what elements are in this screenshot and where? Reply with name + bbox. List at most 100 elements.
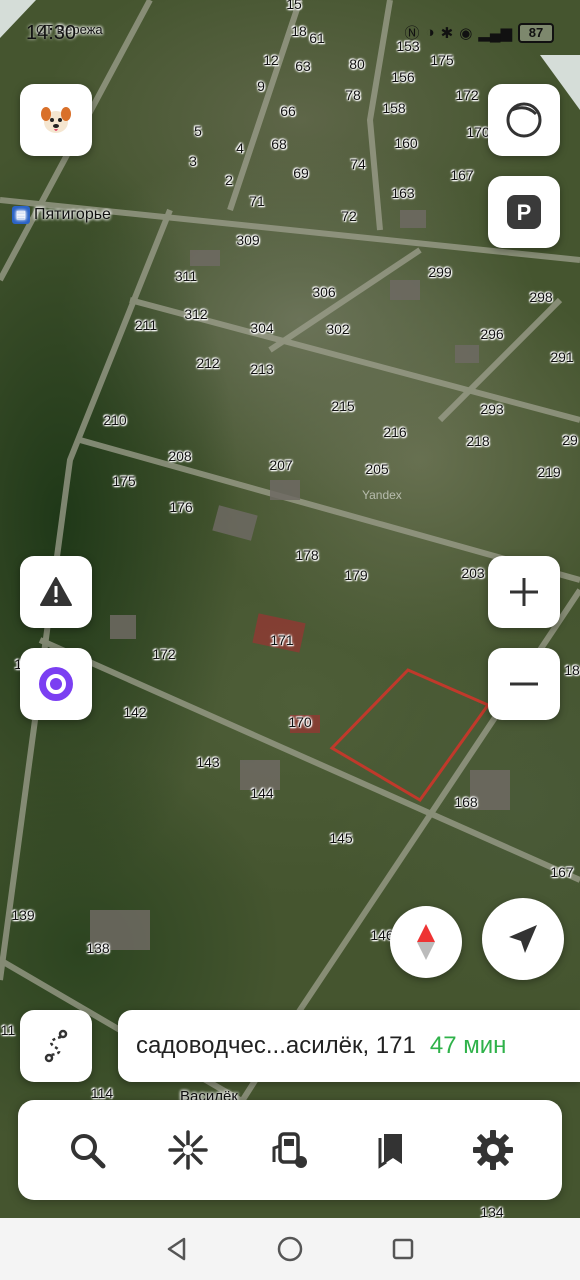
zoom-in-button[interactable] — [488, 556, 560, 628]
plot-number-label: 74 — [350, 156, 366, 172]
zoom-out-button[interactable] — [488, 648, 560, 720]
plot-number-label: 298 — [529, 289, 553, 305]
plot-number-label: 142 — [123, 704, 147, 720]
status-bar: 14:30 Ⓝ ◑ ✱ ◉ ▂▄▆ 87 — [0, 18, 580, 52]
plot-number-label: 213 — [250, 361, 274, 377]
plot-number-label: 167 — [550, 864, 574, 880]
sparkle-icon — [168, 1130, 209, 1170]
plot-number-label: 163 — [391, 185, 415, 201]
plot-number-label: 215 — [331, 398, 355, 414]
alice-assistant-button[interactable] — [20, 648, 92, 720]
recents-icon — [393, 1238, 414, 1260]
plot-number-label: 306 — [312, 284, 336, 300]
bottom-toolbar — [18, 1100, 562, 1200]
plot-number-label: 207 — [269, 457, 293, 473]
report-incident-button[interactable] — [20, 556, 92, 628]
plot-number-label: 11 — [0, 1022, 16, 1038]
plot-number-label: 205 — [365, 461, 389, 477]
layers-icon — [506, 102, 542, 138]
poi-station-label: Пятигорье — [34, 206, 111, 224]
plot-number-label: 114 — [90, 1085, 114, 1101]
screen: СТ Вережа ▤ Пятигорье Василёк Yandex 15 18… — [0, 0, 580, 1280]
profile-avatar-button[interactable] — [20, 84, 92, 156]
train-station-icon: ▤ — [12, 206, 30, 224]
parking-button[interactable]: P — [488, 176, 560, 248]
plot-number-label: 18 — [564, 662, 580, 678]
compass-icon — [417, 924, 435, 960]
dog-avatar-icon — [41, 107, 71, 133]
search-button[interactable] — [51, 1114, 123, 1186]
plot-number-label: 176 — [169, 499, 193, 515]
plot-number-label: 80 — [349, 56, 365, 72]
fuel-button[interactable] — [254, 1114, 326, 1186]
warning-icon — [40, 577, 72, 606]
route-options-button[interactable] — [20, 1010, 92, 1082]
plot-number-label: 170 — [466, 124, 490, 140]
layers-button[interactable] — [488, 84, 560, 156]
plot-number-label: 138 — [86, 940, 110, 956]
route-destination: садоводчес...асилёк, 171 — [136, 1032, 416, 1059]
back-button[interactable] — [157, 1229, 197, 1269]
plot-number-label: 156 — [391, 69, 415, 85]
system-nav-bar — [0, 1218, 580, 1280]
plot-number-label: 203 — [461, 565, 485, 581]
yandex-watermark: Yandex — [362, 488, 402, 502]
plot-number-label: 158 — [382, 100, 406, 116]
plot-number-label: 160 — [394, 135, 418, 151]
minus-icon — [510, 682, 538, 686]
location-icon: ◉ — [459, 24, 473, 42]
plot-number-label: 172 — [152, 646, 176, 662]
settings-button[interactable] — [457, 1114, 529, 1186]
plot-number-label: 291 — [550, 349, 574, 365]
plot-number-label: 29 — [562, 432, 578, 448]
plot-number-label: 170 — [288, 714, 312, 730]
plot-number-label: 296 — [480, 326, 504, 342]
plot-number-label: 304 — [250, 320, 274, 336]
home-button[interactable] — [270, 1229, 310, 1269]
plot-number-label: 175 — [430, 52, 454, 68]
plot-number-label: 208 — [168, 448, 192, 464]
parking-icon: P — [507, 195, 541, 229]
plot-number-label: 168 — [454, 794, 478, 810]
do-not-disturb-icon: ◑ — [425, 24, 435, 41]
plot-number-label: 2 — [225, 172, 233, 188]
plot-number-label: 4 — [236, 140, 244, 156]
fuel-icon — [272, 1132, 307, 1168]
plot-number-label: 311 — [174, 268, 198, 284]
plot-number-label: 66 — [280, 103, 296, 119]
plot-number-label: 5 — [194, 123, 202, 139]
plot-number-label: 179 — [344, 567, 368, 583]
plot-number-label: 302 — [326, 321, 350, 337]
plot-number-label: 178 — [295, 547, 319, 563]
recents-button[interactable] — [383, 1229, 423, 1269]
poi-station[interactable]: ▤ Пятигорье — [12, 206, 111, 224]
plot-number-label: 63 — [295, 58, 311, 74]
signal-icon: ▂▄▆ — [478, 24, 512, 42]
plot-number-label: 216 — [383, 424, 407, 440]
plot-number-label: 144 — [250, 785, 274, 801]
plot-number-label: 171 — [270, 632, 294, 648]
plot-number-label: 175 — [112, 473, 136, 489]
bookmarks-button[interactable] — [356, 1114, 428, 1186]
plot-number-label: 172 — [455, 87, 479, 103]
plot-number-label: 72 — [341, 208, 357, 224]
compass-button[interactable] — [390, 906, 462, 978]
plot-number-label: 210 — [103, 412, 127, 428]
plot-number-label: 218 — [466, 433, 490, 449]
alice-icon — [39, 667, 73, 701]
plot-number-label: 71 — [249, 193, 265, 209]
bookmarks-icon — [378, 1134, 402, 1169]
bluetooth-icon: ✱ — [440, 24, 454, 42]
search-icon — [70, 1134, 106, 1169]
plot-number-label: 293 — [480, 401, 504, 417]
plot-number-label: 299 — [428, 264, 452, 280]
plot-number-label: 309 — [236, 232, 260, 248]
svg-text:P: P — [517, 200, 532, 225]
my-location-button[interactable] — [482, 898, 564, 980]
location-arrow-icon — [509, 925, 537, 953]
discovery-button[interactable] — [152, 1114, 224, 1186]
status-icons: Ⓝ ◑ ✱ ◉ ▂▄▆ 87 — [405, 22, 554, 43]
route-summary-bar[interactable]: садоводчес...асилёк, 171 47 мин — [118, 1010, 580, 1082]
plot-number-label: 145 — [329, 830, 353, 846]
plot-number-label: 167 — [450, 167, 474, 183]
